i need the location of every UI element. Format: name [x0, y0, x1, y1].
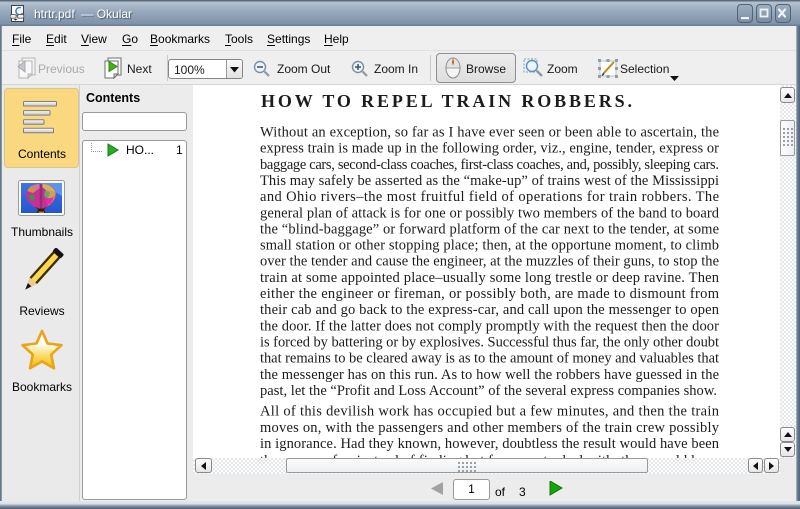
svg-text:is forced by battering or by e: is forced by battering or by explosives.… — [260, 334, 719, 350]
svg-text:their cab and go back to the e: their cab and go back to the express-car… — [260, 302, 720, 318]
svg-text:All of this devilish work has: All of this devilish work has occupied b… — [260, 404, 720, 420]
svg-text:This may safely be asserted as: This may safely be asserted as the “make… — [260, 173, 719, 189]
svg-text:the door. If the latter does n: the door. If the latter does not comply … — [260, 318, 719, 334]
svg-text:moves on, with the passengers: moves on, with the passengers and other … — [260, 420, 720, 436]
svg-text:in ignorance. Had they known,: in ignorance. Had they known, however, d… — [260, 436, 720, 452]
svg-text:over the tender and cause the: over the tender and cause the engineer, … — [260, 254, 719, 270]
svg-text:past, let the “Profit and Loss: past, let the “Profit and Loss Account” … — [260, 383, 717, 399]
svg-text:the messenger has on this run.: the messenger has on this run. As to how… — [260, 367, 719, 383]
svg-text:the “blind-baggage” or forward: the “blind-baggage” or forward platform … — [260, 221, 719, 237]
svg-text:that remains to be cleared awa: that remains to be cleared away is as to… — [260, 351, 719, 367]
svg-text:baggage cars, second-class coa: baggage cars, second-class coaches, firs… — [260, 157, 719, 173]
svg-text:general plan of attack is for: general plan of attack is for one or pos… — [260, 205, 720, 221]
svg-text:HOW TO REPEL TRAIN ROBBERS.: HOW TO REPEL TRAIN ROBBERS. — [261, 91, 632, 111]
svg-text:and Ohio rivers–the most fruit: and Ohio rivers–the most fruitful field … — [260, 189, 719, 205]
svg-text:train at some appointed place–: train at some appointed place–usually so… — [260, 270, 720, 286]
svg-text:small station or other stoppin: small station or other stopping place; t… — [260, 238, 719, 254]
svg-text:either the engineer or fireman: either the engineer or fireman, or possi… — [260, 286, 720, 302]
svg-text:Without an exception, so far a: Without an exception, so far as I have e… — [260, 125, 719, 141]
svg-text:express train is made up in th: express train is made up in the followin… — [260, 141, 719, 157]
